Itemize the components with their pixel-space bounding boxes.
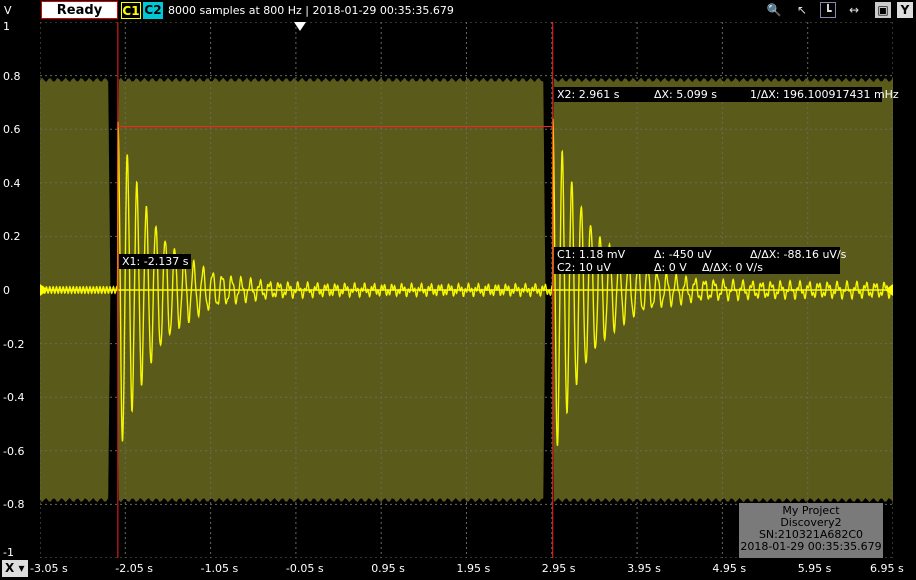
x-tick-label: 6.95 s <box>870 562 904 575</box>
c1-rate: Δ/ΔX: -88.16 uV/s <box>750 248 847 261</box>
print-icon[interactable]: ▣ <box>875 2 891 18</box>
y-tick-label: 0.4 <box>3 176 21 190</box>
y-unit-label: V <box>4 4 12 17</box>
cursor-icon[interactable]: ↖ <box>794 2 810 18</box>
channel1-toggle[interactable]: C1 <box>121 2 141 19</box>
y-tick-label: -0.6 <box>3 444 25 458</box>
x-tick-label: 3.95 s <box>627 562 661 575</box>
status-ready-button[interactable]: Ready <box>41 1 118 19</box>
zoom-icon[interactable]: 🔍 <box>766 2 782 18</box>
cursor-x2-label[interactable]: X2: 2.961 s <box>557 88 619 101</box>
x-tick-label: -2.05 s <box>115 562 153 575</box>
x-tick-label: -1.05 s <box>200 562 239 575</box>
c1-delta: Δ: -450 uV <box>654 248 712 261</box>
c1-value: C1: 1.18 mV <box>557 248 626 261</box>
y-tick-label: -0.8 <box>3 498 25 512</box>
x-tick-label: 5.95 s <box>797 562 832 575</box>
scope-plot[interactable] <box>40 22 893 558</box>
y-tick-label: 0.8 <box>3 69 21 83</box>
x-tick-label: 0.95 s <box>371 562 405 575</box>
channel2-toggle[interactable]: C2 <box>143 2 163 19</box>
cursor-x2-panel: X2: 2.961 s ΔX: 5.099 s 1/ΔX: 196.100917… <box>554 87 899 102</box>
capture-timestamp: 2018-01-29 00:35:35.679 <box>740 540 882 553</box>
y-tick-label: 0.2 <box>3 230 21 244</box>
y-tick-label: -0.4 <box>3 391 25 405</box>
acquisition-info: 8000 samples at 800 Hz | 2018-01-29 00:3… <box>168 4 454 17</box>
y-tick-label: 0.6 <box>3 123 21 137</box>
axis-icon[interactable]: ┗ <box>820 2 836 18</box>
cursor-x1-label[interactable]: X1: -2.137 s <box>119 254 192 269</box>
trigger-marker-icon[interactable] <box>294 22 306 31</box>
device-info-box: My Project Discovery2 SN:210321A682C0 20… <box>739 503 883 559</box>
c2-rate: Δ/ΔX: 0 V/s <box>702 261 763 274</box>
c2-delta: Δ: 0 V <box>654 261 687 274</box>
y-tick-label: -0.2 <box>3 337 25 351</box>
cursor-measurements: C1: 1.18 mV Δ: -450 uV Δ/ΔX: -88.16 uV/s… <box>554 247 846 274</box>
x-tick-label: -0.05 s <box>285 562 324 575</box>
cursor-dx: ΔX: 5.099 s <box>654 88 717 101</box>
y-axis-button[interactable]: Y <box>897 2 913 18</box>
x-axis-button[interactable]: X ▾ <box>2 560 28 577</box>
x-tick-label: 2.95 s <box>541 562 576 575</box>
y-tick-label: 0 <box>3 284 10 297</box>
y-tick-label: 1 <box>3 20 10 33</box>
x-tick-label: 4.95 s <box>712 562 747 575</box>
x-ruler-icon[interactable]: ↔ <box>846 2 862 18</box>
x-tick-label: 1.95 s <box>456 562 491 575</box>
cursor-inv-dx: 1/ΔX: 196.100917431 mHz <box>750 88 899 101</box>
c2-value: C2: 10 uV <box>557 261 611 274</box>
x-tick-label: -3.05 s <box>30 562 68 575</box>
top-toolbar: Ready C1 C2 8000 samples at 800 Hz | 201… <box>0 0 916 22</box>
